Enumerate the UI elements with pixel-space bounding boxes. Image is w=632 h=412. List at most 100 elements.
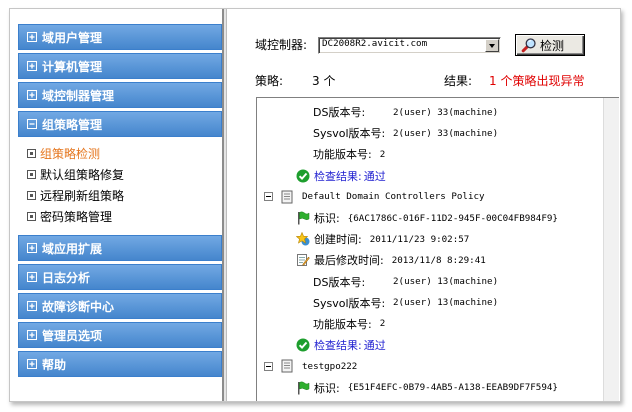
tree-item-guid[interactable]: 标识: {6AC1786C-016F-11D2-945F-00C04FB984F… xyxy=(257,207,603,228)
sidebar-submenu-group-policy: 组策略检测 默认组策略修复 远程刷新组策略 密码策略管理 xyxy=(18,140,222,235)
tree-item-ds-version[interactable]: DS版本号: 2(user) 33(machine) xyxy=(257,102,603,123)
flag-icon xyxy=(296,211,310,225)
sidebar-group-domain-app-extension[interactable]: 域应用扩展 xyxy=(18,235,222,261)
collapse-toggle-icon[interactable] xyxy=(264,362,273,371)
edit-icon xyxy=(296,253,310,267)
sidebar-group-label: 计算机管理 xyxy=(42,59,103,74)
tree-node-label: Default Domain Controllers Policy xyxy=(302,191,485,203)
expand-plus-icon xyxy=(27,32,37,42)
tree-item-label: Sysvol版本号: xyxy=(313,296,386,310)
tree-item-label: 功能版本号: xyxy=(313,317,372,331)
domain-controller-dropdown-button[interactable] xyxy=(485,39,499,52)
tree-item-value: {E51F4EFC-0B79-4AB5-A138-EEAB9DF7F594} xyxy=(347,382,558,394)
sidebar-item-label: 组策略检测 xyxy=(40,147,101,161)
tree-item-label: DS版本号: xyxy=(313,106,366,120)
collapse-minus-icon xyxy=(27,119,37,129)
expand-plus-icon xyxy=(27,301,37,311)
result-value: 1 个策略出现异常 xyxy=(489,74,585,88)
tree-item-check-result[interactable]: 检查结果: 通过 xyxy=(257,165,603,186)
collapse-toggle-icon[interactable] xyxy=(264,192,273,201)
detect-button[interactable]: 检测 xyxy=(515,34,585,56)
chevron-down-icon xyxy=(489,44,495,48)
sidebar-group-label: 域控制器管理 xyxy=(42,88,115,103)
sidebar-group-label: 域用户管理 xyxy=(42,30,103,45)
expand-plus-icon xyxy=(27,330,37,340)
sidebar-group-label: 帮助 xyxy=(42,357,67,372)
tree-item-value: 通过 xyxy=(363,339,386,353)
tree-vertical-scrollbar[interactable] xyxy=(603,98,619,401)
tree-item-sysvol-version[interactable]: Sysvol版本号: 2(user) 13(machine) xyxy=(257,292,603,313)
flag-icon xyxy=(296,381,310,395)
policy-tree: DS版本号: 2(user) 33(machine) Sysvol版本号: 2(… xyxy=(256,97,619,401)
expand-plus-icon xyxy=(27,243,37,253)
sidebar-group-fault-diagnosis-center[interactable]: 故障诊断中心 xyxy=(18,293,222,319)
star-icon xyxy=(296,232,310,246)
tree-node-label: testgpo222 xyxy=(302,360,358,372)
sidebar-item-default-gpo-repair[interactable]: 默认组策略修复 xyxy=(27,164,222,185)
sidebar-group-label: 故障诊断中心 xyxy=(42,299,115,314)
sidebar-group-computer-management[interactable]: 计算机管理 xyxy=(18,53,222,79)
detect-button-label: 检测 xyxy=(540,38,565,53)
magnifier-icon xyxy=(521,37,537,53)
sidebar-group-label: 管理员选项 xyxy=(42,328,103,343)
tree-item-label: 标识: xyxy=(314,212,340,226)
tree-item-sysvol-version[interactable]: Sysvol版本号: 2(user) 33(machine) xyxy=(257,123,603,144)
tree-item-label: 检查结果: xyxy=(314,169,362,183)
sidebar-group-label: 日志分析 xyxy=(42,270,91,285)
sidebar-group-admin-options[interactable]: 管理员选项 xyxy=(18,322,222,348)
tree-item-value: 2(user) 33(machine) xyxy=(393,106,499,118)
sidebar-item-label: 默认组策略修复 xyxy=(40,168,125,182)
result-label: 结果: xyxy=(444,74,473,88)
sidebar-group-group-policy-management[interactable]: 组策略管理 xyxy=(18,111,222,137)
domain-controller-select-value: DC2008R2.avicit.com xyxy=(322,38,428,49)
sidebar-group-help[interactable]: 帮助 xyxy=(18,351,222,377)
sidebar-group-label: 组策略管理 xyxy=(42,117,103,132)
tree-item-modified-time[interactable]: 最后修改时间: 2013/11/8 8:29:41 xyxy=(257,250,603,271)
sidebar-group-label: 域应用扩展 xyxy=(42,241,103,256)
tree-item-value: 2(user) 33(machine) xyxy=(393,127,499,139)
sidebar-group-domain-controller-management[interactable]: 域控制器管理 xyxy=(18,82,222,108)
sidebar-nav: 域用户管理 计算机管理 域控制器管理 组策略管理 组策略检测 默认组策略修复 远… xyxy=(18,24,222,380)
expand-plus-icon xyxy=(27,272,37,282)
policy-count-label: 策略: xyxy=(255,74,284,88)
sidebar-group-log-analysis[interactable]: 日志分析 xyxy=(18,264,222,290)
tree-item-label: 最后修改时间: xyxy=(314,254,384,268)
policy-count-value: 3 个 xyxy=(312,74,336,88)
tree-item-created-time[interactable]: 创建时间: 2011/11/23 9:02:57 xyxy=(257,229,603,250)
domain-controller-select[interactable]: DC2008R2.avicit.com xyxy=(318,37,501,54)
tree-item-label: 标识: xyxy=(314,381,340,395)
check-circle-icon xyxy=(296,169,310,183)
expand-plus-icon xyxy=(27,359,37,369)
app-window: 域用户管理 计算机管理 域控制器管理 组策略管理 组策略检测 默认组策略修复 远… xyxy=(0,0,632,412)
tree-item-functional-version[interactable]: 功能版本号: 2 xyxy=(257,313,603,334)
square-bullet-icon xyxy=(27,212,36,221)
expand-plus-icon xyxy=(27,90,37,100)
tree-item-functional-version[interactable]: 功能版本号: 2 xyxy=(257,144,603,165)
sidebar-group-user-management[interactable]: 域用户管理 xyxy=(18,24,222,50)
tree-item-value: 2011/11/23 9:02:57 xyxy=(369,233,470,245)
policy-document-icon xyxy=(280,190,294,204)
tree-item-guid[interactable]: 标识: {E51F4EFC-0B79-4AB5-A138-EEAB9DF7F59… xyxy=(257,377,603,398)
square-bullet-icon xyxy=(27,170,36,179)
sidebar-item-password-policy-management[interactable]: 密码策略管理 xyxy=(27,206,222,227)
tree-item-value: 2 xyxy=(379,148,386,160)
tree-item-value: 2(user) 13(machine) xyxy=(393,276,499,288)
sidebar-splitter[interactable] xyxy=(222,9,227,401)
tree-item-value: 通过 xyxy=(363,169,386,183)
domain-controller-label: 域控制器: xyxy=(255,38,308,52)
tree-node-policy[interactable]: Default Domain Controllers Policy xyxy=(257,186,603,207)
tree-item-value: 2013/11/8 8:29:41 xyxy=(391,254,486,266)
tree-item-check-result[interactable]: 检查结果: 通过 xyxy=(257,335,603,356)
sidebar-item-gpo-check[interactable]: 组策略检测 xyxy=(27,143,222,164)
sidebar-item-remote-gpo-refresh[interactable]: 远程刷新组策略 xyxy=(27,185,222,206)
tree-item-ds-version[interactable]: DS版本号: 2(user) 13(machine) xyxy=(257,271,603,292)
expand-plus-icon xyxy=(27,61,37,71)
sidebar-item-label: 密码策略管理 xyxy=(40,210,113,224)
tree-item-value: 2 xyxy=(379,318,386,330)
tree-item-label: 创建时间: xyxy=(314,233,362,247)
tree-item-label: 检查结果: xyxy=(314,339,362,353)
tree-node-policy[interactable]: testgpo222 xyxy=(257,356,603,377)
tree-item-value: {6AC1786C-016F-11D2-945F-00C04FB984F9} xyxy=(347,212,558,224)
square-bullet-icon xyxy=(27,149,36,158)
tree-item-label: Sysvol版本号: xyxy=(313,127,386,141)
